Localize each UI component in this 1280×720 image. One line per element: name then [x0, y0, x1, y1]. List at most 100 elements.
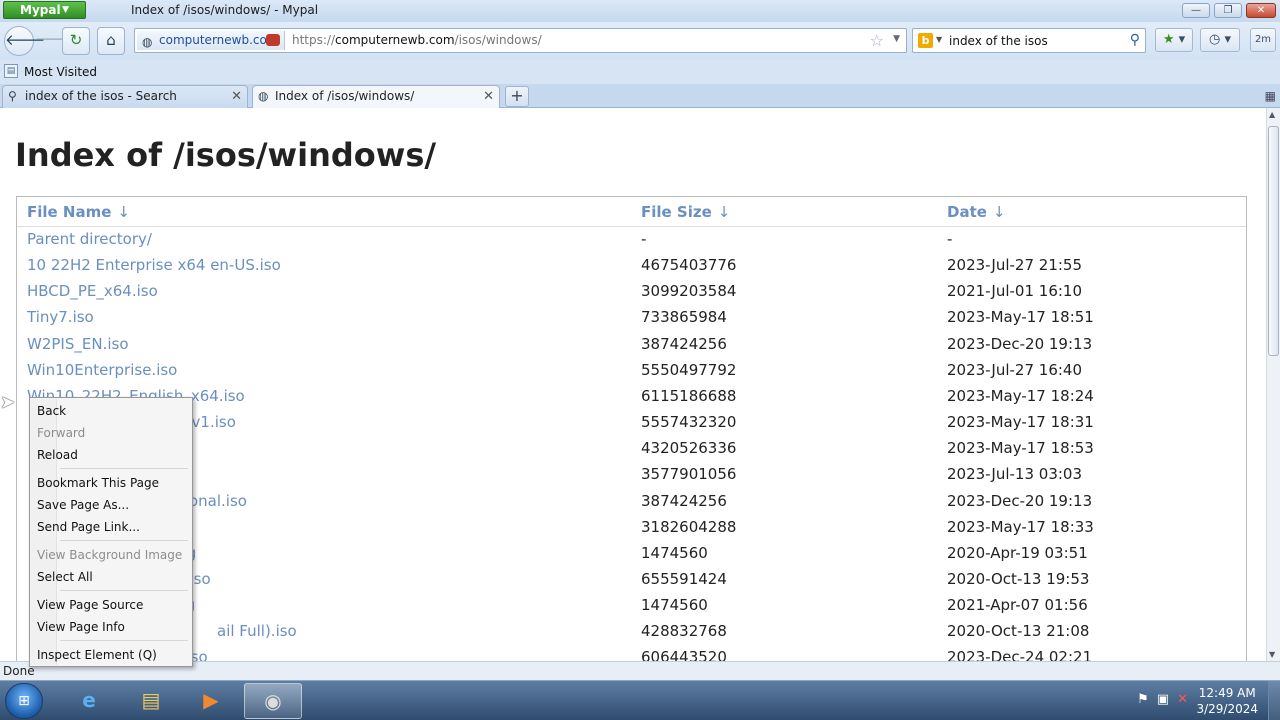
bookmark-most-visited[interactable]: Most Visited [24, 65, 97, 79]
new-tab-button[interactable]: + [505, 86, 529, 107]
bookmark-star-icon[interactable]: ☆ [870, 31, 884, 50]
url-text[interactable]: https://computernewb.com/isos/windows/ [292, 33, 542, 47]
file-link[interactable]: W2PIS_EN.iso [27, 335, 129, 353]
scroll-down-icon[interactable]: ▼ [1269, 650, 1275, 659]
column-header-size[interactable]: File Size ↓ [641, 203, 730, 221]
tab-search[interactable]: ⚲ index of the isos - Search ✕ [2, 85, 248, 108]
menu-separator [60, 468, 188, 469]
column-header-date[interactable]: Date ↓ [947, 203, 1006, 221]
list-all-tabs-icon[interactable]: ▦ [1265, 89, 1276, 103]
context-menu-item-inspect-element-q[interactable]: Inspect Element (Q) [37, 644, 187, 666]
system-tray[interactable]: ⚑▣✕ [1137, 692, 1196, 707]
restore-button[interactable]: ❐ [1214, 3, 1242, 18]
context-menu-item-view-page-info[interactable]: View Page Info [37, 616, 187, 638]
file-link[interactable]: Parent directory/ [27, 230, 152, 248]
start-button[interactable]: ⊞ [5, 683, 43, 719]
app-menu-button[interactable]: Mypal ▼ [3, 1, 86, 19]
bookmark-folder-icon: ▤ [4, 64, 18, 78]
table-row: ail Full).iso 428832768 2020-Oct-13 21:08 [17, 619, 1246, 645]
bookmarks-menu-button[interactable]: ★ ▾ [1155, 28, 1193, 52]
context-menu-item-reload[interactable]: Reload [37, 444, 187, 466]
url-scheme: https:// [292, 33, 336, 47]
mouse-cursor-icon: ➤ [0, 392, 16, 413]
search-engine-dropdown-icon[interactable]: ▼ [936, 35, 942, 44]
show-desktop-button[interactable] [1268, 681, 1280, 720]
search-icon[interactable]: ⚲ [1130, 32, 1140, 48]
file-date: 2023-Dec-24 02:21 [947, 648, 1093, 661]
file-size: 5550497792 [641, 360, 737, 379]
file-size: 1474560 [641, 543, 708, 562]
file-link[interactable]: Win10Enterprise.iso [27, 361, 177, 379]
media-player-icon[interactable]: ▶ [182, 683, 240, 719]
scrollbar-thumb[interactable] [1268, 126, 1279, 356]
history-button[interactable]: ◷ ▾ [1200, 28, 1240, 52]
url-host: computernewb.com [335, 33, 455, 47]
bing-icon[interactable]: b [918, 33, 933, 48]
table-row: 10 22H2 Enterprise x64 en-US.iso 46754037… [17, 253, 1246, 279]
file-size: 3577901056 [641, 465, 737, 484]
file-size: 3182604288 [641, 517, 737, 536]
navigation-toolbar: 🡐 🡒 ↻ ⌂ ◍ computernewb.com https://compu… [0, 22, 1280, 60]
file-size: 4675403776 [641, 256, 737, 275]
menu-separator [60, 540, 188, 541]
home-button[interactable]: ⌂ [97, 27, 125, 55]
title-bar: Mypal ▼ Index of /isos/windows/ - Mypal … [0, 0, 1280, 22]
file-link[interactable]: HBCD_PE_x64.iso [27, 282, 158, 300]
url-history-dropdown-icon[interactable]: ▼ [893, 34, 900, 44]
context-menu-item-view-page-source[interactable]: View Page Source [37, 594, 187, 616]
table-row: mg14745602021-Apr-07 01:56 [17, 593, 1246, 619]
file-date: - [947, 230, 953, 248]
app-menu-label: Mypal [20, 3, 61, 17]
table-row: HBCD_PE_x64.iso 3099203584 2021-Jul-01 16:… [17, 279, 1246, 305]
clock[interactable]: 12:49 AM 3/29/2024 [1196, 685, 1258, 717]
context-menu-item-save-page-as[interactable]: Save Page As... [37, 494, 187, 516]
scroll-up-icon[interactable]: ▲ [1269, 110, 1275, 119]
table-row: tion.iso6064435202023-Dec-24 02:21 [17, 645, 1246, 661]
file-link[interactable]: 10 22H2 Enterprise x64 en-US.iso [27, 256, 281, 274]
file-size: 387424256 [641, 334, 727, 353]
file-size: 5557432320 [641, 413, 737, 432]
forward-button[interactable]: 🡒 [35, 27, 75, 55]
taskbar: ⊞ e ▤ ▶ ◉ ⚑▣✕ 12:49 AM 3/29/2024 [0, 680, 1280, 720]
context-menu-item-forward[interactable]: Forward [37, 422, 187, 444]
file-size: 387424256 [641, 491, 727, 510]
reload-button[interactable]: ↻ [62, 27, 90, 55]
close-tab-icon[interactable]: ✕ [483, 86, 494, 107]
context-menu-item-back[interactable]: Back [37, 400, 187, 422]
back-button[interactable]: 🡐 [4, 26, 45, 56]
vertical-scrollbar[interactable]: ▲ ▼ [1266, 108, 1280, 661]
context-menu-item-select-all[interactable]: Select All [37, 566, 187, 588]
minimize-button[interactable]: — [1182, 3, 1210, 18]
file-date: 2023-Dec-20 19:13 [947, 334, 1093, 353]
addon-icon[interactable]: 2m [1250, 28, 1276, 52]
close-button[interactable]: ✕ [1246, 3, 1276, 18]
file-link[interactable]: Tiny7.iso [27, 308, 94, 326]
context-menu-item-bookmark-this-page[interactable]: Bookmark This Page [37, 472, 187, 494]
file-size: 606443520 [641, 648, 727, 661]
context-menu-item-send-page-link[interactable]: Send Page Link... [37, 516, 187, 538]
file-explorer-icon[interactable]: ▤ [122, 683, 180, 719]
url-bar[interactable]: ◍ computernewb.com https://computernewb.… [134, 28, 907, 53]
search-input[interactable]: index of the isos [949, 34, 1048, 48]
windows-logo-icon: ⊞ [18, 693, 30, 709]
file-date: 2023-May-17 18:33 [947, 517, 1094, 536]
column-header-name[interactable]: File Name ↓ [27, 203, 130, 221]
file-date: 2021-Jul-01 16:10 [947, 282, 1083, 301]
bookmarks-toolbar: ▤ Most Visited [0, 60, 1280, 84]
volume-muted-icon: ✕ [1177, 692, 1196, 707]
file-size: 1474560 [641, 596, 708, 615]
file-date: 2023-May-17 18:51 [947, 308, 1094, 327]
site-identity-button[interactable]: ◍ computernewb.com [137, 31, 285, 50]
table-row: 3182604288 2023-May-17 18:33 [17, 515, 1246, 541]
window-title: Index of /isos/windows/ - Mypal [131, 3, 319, 17]
page-title: Index of /isos/windows/ [15, 136, 437, 174]
table-row: 4320526336 2023-May-17 18:53 [17, 436, 1246, 462]
tab-index[interactable]: ◍ Index of /isos/windows/ ✕ [252, 85, 500, 109]
file-link[interactable]: ail Full).iso [217, 622, 297, 640]
file-link[interactable]: onal.iso [189, 492, 247, 510]
search-bar[interactable]: b ▼ index of the isos ⚲ [912, 28, 1146, 53]
close-tab-icon[interactable]: ✕ [231, 86, 242, 107]
internet-explorer-icon[interactable]: e [60, 683, 118, 719]
context-menu-item-view-background-image[interactable]: View Background Image [37, 544, 187, 566]
mypal-taskbar-icon[interactable]: ◉ [244, 683, 302, 719]
